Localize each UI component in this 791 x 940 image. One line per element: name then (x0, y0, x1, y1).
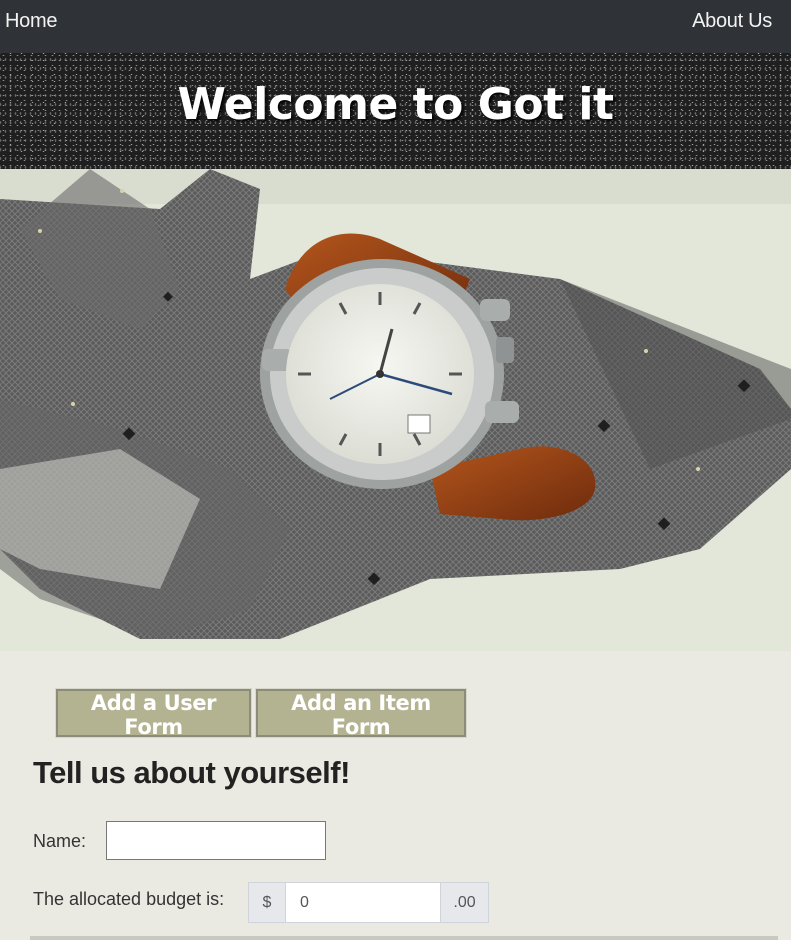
name-field[interactable] (106, 821, 326, 860)
budget-label: The allocated budget is: (33, 889, 225, 909)
add-user-form-button[interactable]: Add a User Form (55, 688, 252, 739)
add-item-form-button[interactable]: Add an Item Form (255, 688, 467, 739)
top-navbar: Home About Us (0, 0, 791, 53)
form-bottom-divider (30, 936, 778, 940)
form-heading: Tell us about yourself! (33, 755, 350, 790)
watch-illustration (0, 169, 791, 651)
budget-suffix: .00 (441, 882, 489, 923)
name-label: Name: (33, 831, 87, 851)
nav-home-link[interactable]: Home (5, 10, 57, 33)
page-title: Welcome to Got it (177, 79, 614, 130)
nav-about-link[interactable]: About Us (692, 10, 772, 33)
welcome-banner: Welcome to Got it (0, 53, 791, 169)
budget-input-group: $ .00 (248, 882, 489, 923)
hero-watch-image (0, 169, 791, 651)
budget-field[interactable] (285, 882, 441, 923)
currency-prefix: $ (248, 882, 285, 923)
